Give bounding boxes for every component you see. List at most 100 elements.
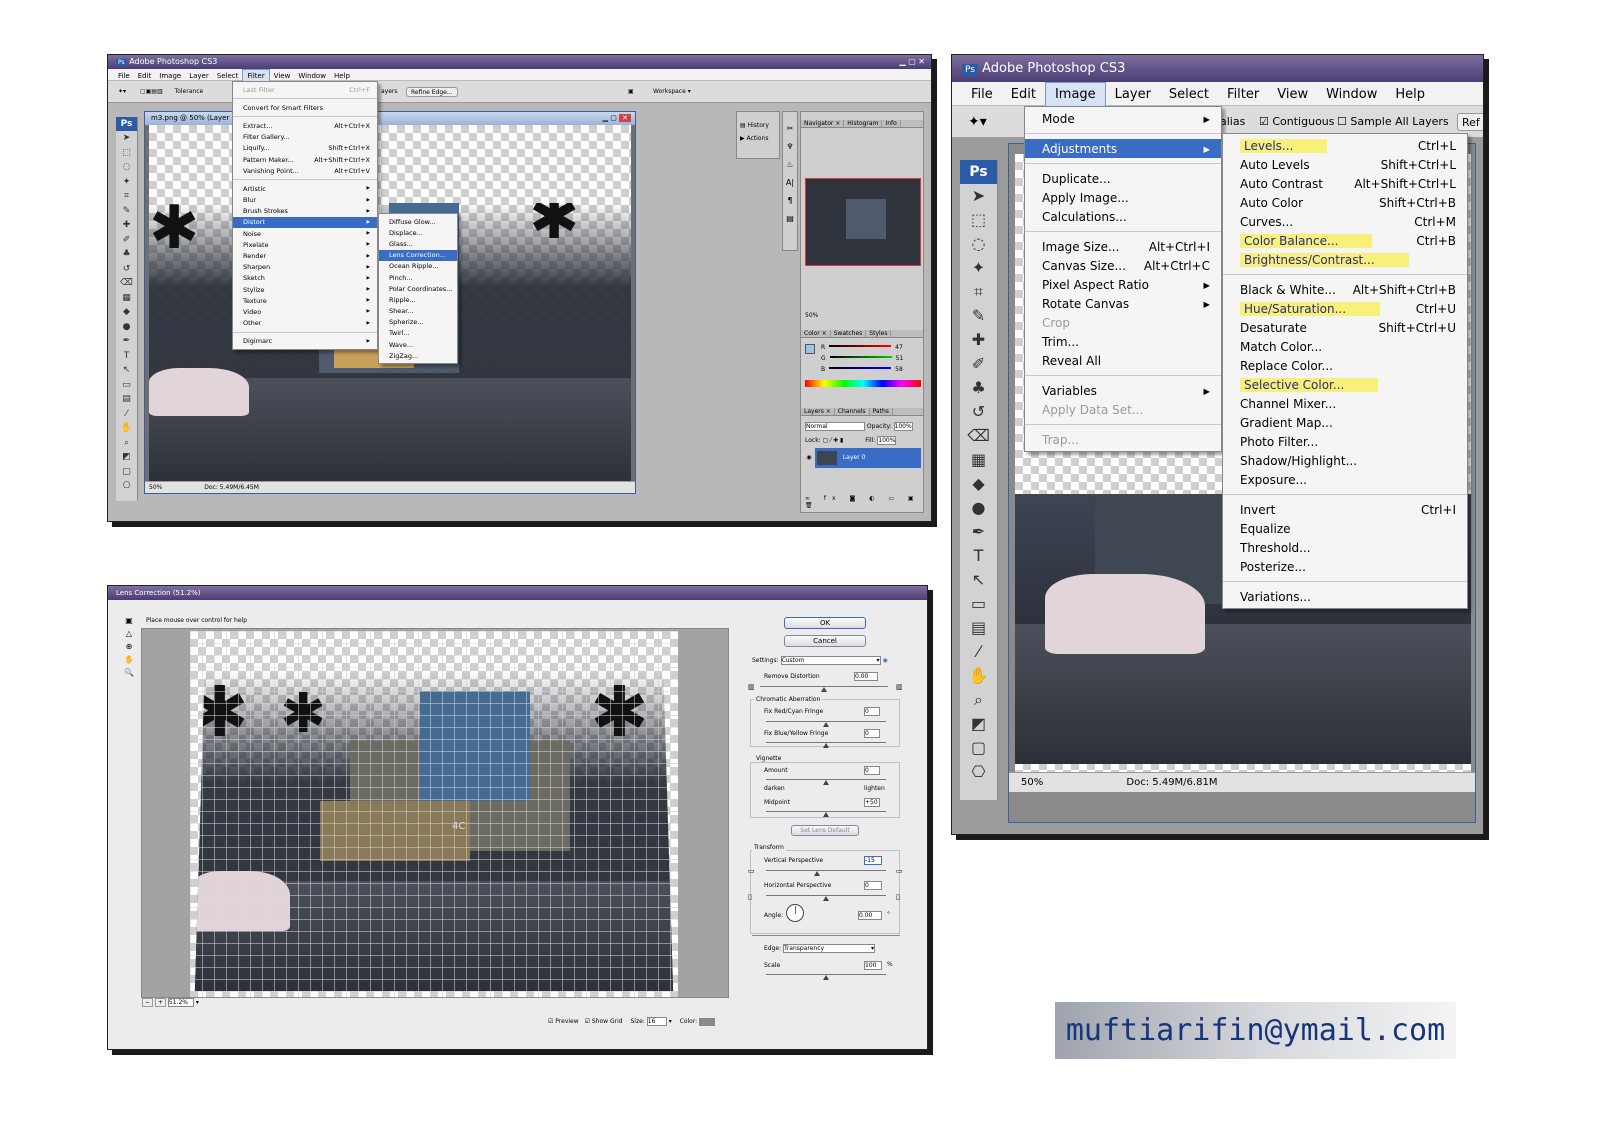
color-swatch-icon[interactable]: ◩: [960, 712, 997, 736]
brush-tool-icon[interactable]: ✐: [960, 352, 997, 376]
move-tool-icon[interactable]: ➤: [116, 131, 137, 146]
color-spectrum[interactable]: [805, 380, 921, 387]
panel-tab-layers[interactable]: Layers ×: [801, 408, 835, 415]
brushes-icon[interactable]: ♆: [783, 138, 797, 156]
set-lens-default-button[interactable]: Set Lens Default: [791, 825, 859, 836]
zoom-field[interactable]: 51.2%: [167, 998, 194, 1007]
path-selection-tool-icon[interactable]: ↖: [960, 568, 997, 592]
angle-field[interactable]: 0.00: [858, 911, 882, 920]
zoom-out-button[interactable]: −: [142, 998, 154, 1007]
menu-item-brush-strokes[interactable]: Brush Strokes ▶: [233, 206, 377, 217]
eyedropper-tool-icon[interactable]: ⁄: [116, 407, 137, 422]
color-r[interactable]: R 47: [821, 344, 921, 355]
menu-item-gradient-map[interactable]: Gradient Map...: [1223, 413, 1467, 432]
menu-item-match-color[interactable]: Match Color...: [1223, 337, 1467, 356]
path-selection-tool-icon[interactable]: ↖: [116, 363, 137, 378]
type-tool-icon[interactable]: T: [960, 544, 997, 568]
scale-field[interactable]: 100: [864, 961, 882, 970]
healing-brush-tool-icon[interactable]: ✚: [116, 218, 137, 233]
menu-item-liquify[interactable]: Liquify... Shift+Ctrl+X: [233, 143, 377, 154]
gradient-tool-icon[interactable]: ▦: [116, 291, 137, 306]
edge-select[interactable]: Transparency ▾: [783, 944, 876, 953]
menu-item-pixelate[interactable]: Pixelate ▶: [233, 239, 377, 250]
lock-icons[interactable]: ▢ ⁄ ✚ ▮: [823, 437, 844, 444]
menu-item-variations[interactable]: Variations...: [1223, 587, 1467, 606]
zoom-tool-icon[interactable]: 🔍: [122, 666, 136, 679]
menu-item-equalize[interactable]: Equalize: [1223, 519, 1467, 538]
angle-dial[interactable]: [786, 904, 804, 922]
layer-name[interactable]: Layer 0: [843, 454, 865, 461]
menu-item-shear[interactable]: Shear...: [379, 306, 457, 317]
menu-item-invert[interactable]: Invert Ctrl+I: [1223, 500, 1467, 519]
grid-size-field[interactable]: 16: [646, 1017, 667, 1026]
actions-panel-button[interactable]: ▶ Actions: [737, 129, 779, 142]
layers-footer-icons[interactable]: ∞ fx ◙ ◐ ▭ ▣ 🗑: [805, 495, 923, 509]
menu-item-noise[interactable]: Noise ▶: [233, 228, 377, 239]
paragraph-icon[interactable]: ¶: [783, 192, 797, 210]
menu-item-adjustments[interactable]: Adjustments ▶: [1025, 139, 1221, 158]
opacity-field[interactable]: 100%: [893, 422, 913, 431]
menu-item-vanishing-point[interactable]: Vanishing Point... Alt+Ctrl+V: [233, 165, 377, 176]
menu-filter[interactable]: Filter: [1218, 83, 1268, 107]
menu-item-render[interactable]: Render ▶: [233, 250, 377, 261]
menu-file[interactable]: File: [962, 83, 1002, 107]
menu-item-selective-color[interactable]: Selective Color...: [1223, 375, 1467, 394]
menu-item-ocean-ripple[interactable]: Ocean Ripple...: [379, 261, 457, 272]
menu-item-shadow-highlight[interactable]: Shadow/Highlight...: [1223, 451, 1467, 470]
fix-blue-yellow-field[interactable]: 0: [864, 729, 880, 738]
cancel-button[interactable]: Cancel: [784, 635, 866, 647]
lasso-tool-icon[interactable]: ◌: [960, 232, 997, 256]
document-window-controls[interactable]: ▁ ▢ ✕: [603, 112, 631, 125]
eraser-tool-icon[interactable]: ⌫: [116, 276, 137, 291]
grid-color-swatch[interactable]: [699, 1017, 716, 1026]
blur-tool-icon[interactable]: ◆: [960, 472, 997, 496]
brush-tool-icon[interactable]: ✐: [116, 233, 137, 248]
menu-item-photo-filter[interactable]: Photo Filter...: [1223, 432, 1467, 451]
hand-tool-icon[interactable]: ✋: [122, 653, 136, 666]
notes-tool-icon[interactable]: ▤: [116, 392, 137, 407]
selection-mode-icons[interactable]: ▢▣▤▥: [140, 88, 163, 95]
zoom-in-button[interactable]: +: [154, 998, 166, 1007]
menu-item-displace[interactable]: Displace...: [379, 227, 457, 238]
menu-item-calculations[interactable]: Calculations...: [1025, 207, 1221, 226]
menu-item-exposure[interactable]: Exposure...: [1223, 470, 1467, 489]
menu-item-convert-for-smart-filters[interactable]: Convert for Smart Filters: [233, 102, 377, 113]
color-g[interactable]: G 51: [821, 355, 921, 366]
workspace-icon[interactable]: ▣: [628, 81, 634, 103]
clone-stamp-tool-icon[interactable]: ♣: [960, 376, 997, 400]
quick-mask-icon[interactable]: ▢: [116, 465, 137, 480]
menu-item-ripple[interactable]: Ripple...: [379, 294, 457, 305]
menu-item-levels[interactable]: Levels... Ctrl+L: [1223, 136, 1467, 155]
history-panel-button[interactable]: ▤ History: [737, 112, 779, 129]
zoom-tool-icon[interactable]: ⌕: [960, 688, 997, 712]
menu-item-auto-levels[interactable]: Auto Levels Shift+Ctrl+L: [1223, 155, 1467, 174]
menu-item-black-white[interactable]: Black & White... Alt+Shift+Ctrl+B: [1223, 280, 1467, 299]
shape-tool-icon[interactable]: ▭: [116, 378, 137, 393]
menu-item-wave[interactable]: Wave...: [379, 339, 457, 350]
panel-tab-styles[interactable]: Styles: [866, 330, 892, 337]
menu-item-desaturate[interactable]: Desaturate Shift+Ctrl+U: [1223, 318, 1467, 337]
workspace-button[interactable]: Workspace ▾: [653, 81, 691, 103]
hand-tool-icon[interactable]: ✋: [960, 664, 997, 688]
healing-brush-tool-icon[interactable]: ✚: [960, 328, 997, 352]
fix-blue-yellow-knob[interactable]: [823, 743, 829, 748]
menu-item-image-size[interactable]: Image Size... Alt+Ctrl+I: [1025, 237, 1221, 256]
menu-item-auto-color[interactable]: Auto Color Shift+Ctrl+B: [1223, 193, 1467, 212]
lasso-tool-icon[interactable]: ◌: [116, 160, 137, 175]
menu-item-twirl[interactable]: Twirl...: [379, 328, 457, 339]
settings-select[interactable]: Custom ▾: [780, 656, 881, 665]
magic-wand-icon[interactable]: ✦▾: [118, 88, 126, 95]
menu-item-mode[interactable]: Mode ▶: [1025, 109, 1221, 128]
preview-canvas[interactable]: 4C ✱ ✱ ✱: [190, 631, 678, 997]
menu-item-extract[interactable]: Extract... Alt+Ctrl+X: [233, 120, 377, 131]
menu-item-distort[interactable]: Distort ▶: [233, 216, 377, 229]
remove-distortion-knob[interactable]: [821, 687, 827, 692]
horizontal-perspective-knob[interactable]: [823, 896, 829, 901]
move-grid-tool-icon[interactable]: ⊕: [122, 640, 136, 653]
color-swatches[interactable]: [805, 344, 815, 354]
zoom-tool-icon[interactable]: ⌕: [116, 436, 137, 451]
doc-size[interactable]: Doc: 5.49M/6.81M: [1126, 777, 1217, 788]
vertical-perspective-slider[interactable]: [766, 870, 886, 871]
scale-knob[interactable]: [823, 975, 829, 980]
refine-edge-button[interactable]: Ref: [1457, 113, 1483, 131]
